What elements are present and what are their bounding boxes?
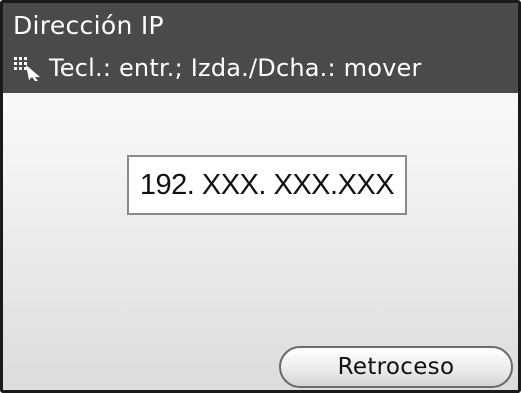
keypad-pointer-icon xyxy=(14,57,40,81)
back-button[interactable]: Retroceso xyxy=(279,346,513,388)
hint-line: Tecl.: entr.; Izda./Dcha.: mover xyxy=(13,51,422,85)
ip-address-field[interactable]: 192. XXX. XXX.XXX xyxy=(127,155,407,215)
ip-address-value: 192. XXX. XXX.XXX xyxy=(139,168,395,201)
back-button-label: Retroceso xyxy=(337,354,455,380)
header-bar: Dirección IP Tecl.: entr.; Izda./Dcha.: … xyxy=(3,3,518,93)
screen: Dirección IP Tecl.: entr.; Izda./Dcha.: … xyxy=(0,0,521,393)
hint-text: Tecl.: entr.; Izda./Dcha.: mover xyxy=(49,54,422,82)
page-title: Dirección IP xyxy=(13,11,164,40)
